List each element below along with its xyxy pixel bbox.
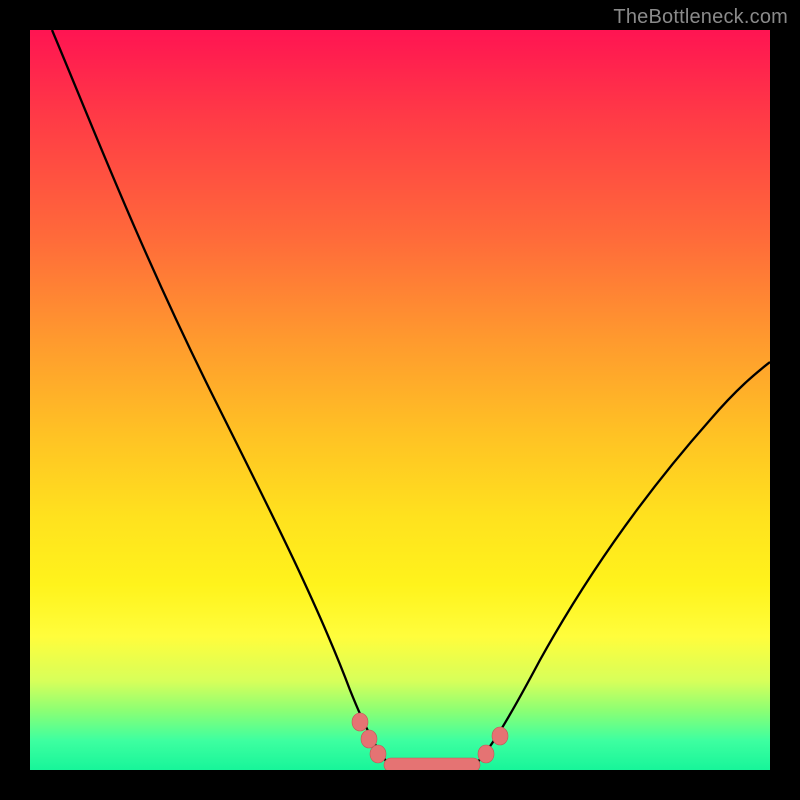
- chart-frame: TheBottleneck.com: [0, 0, 800, 800]
- marker-group: [352, 713, 508, 770]
- chart-svg: [30, 30, 770, 770]
- watermark-text: TheBottleneck.com: [613, 6, 788, 29]
- curve-right: [474, 362, 770, 766]
- marker-dot: [492, 727, 508, 745]
- marker-bar: [384, 758, 480, 770]
- plot-area: [30, 30, 770, 770]
- curve-left: [52, 30, 390, 766]
- marker-dot: [361, 730, 377, 748]
- marker-dot: [352, 713, 368, 731]
- marker-dot: [478, 745, 494, 763]
- marker-dot: [370, 745, 386, 763]
